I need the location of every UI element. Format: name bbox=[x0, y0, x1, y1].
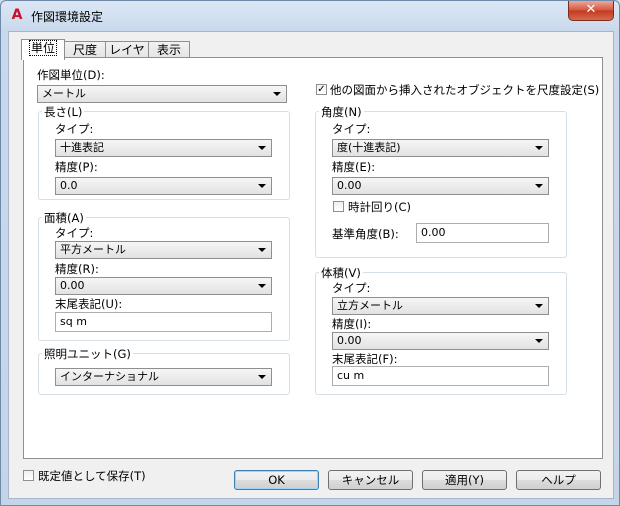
angle-type-value: 度(十進表記) bbox=[337, 141, 401, 154]
drawing-units-label: 作図単位(D): bbox=[37, 68, 105, 82]
length-precision-dropdown[interactable]: 0.0 bbox=[55, 177, 272, 195]
length-type-label: タイプ: bbox=[55, 122, 94, 136]
scale-inserted-checkbox[interactable]: ✓ bbox=[316, 84, 327, 95]
angle-type-label: タイプ: bbox=[332, 122, 371, 136]
help-button[interactable]: ヘルプ bbox=[516, 470, 601, 490]
base-angle-input[interactable]: 0.00 bbox=[416, 223, 549, 243]
length-type-value: 十進表記 bbox=[60, 141, 104, 154]
tab-units[interactable]: 単位 bbox=[21, 39, 65, 60]
chevron-down-icon bbox=[258, 248, 266, 252]
chevron-down-icon bbox=[535, 304, 543, 308]
angle-precision-value: 0.00 bbox=[337, 179, 362, 192]
area-type-dropdown[interactable]: 平方メートル bbox=[55, 241, 272, 259]
chevron-down-icon bbox=[258, 184, 266, 188]
autocad-a-icon: A bbox=[11, 7, 23, 23]
volume-precision-label: 精度(I): bbox=[332, 317, 372, 331]
area-group-title: 面積(A) bbox=[42, 210, 86, 226]
volume-suffix-label: 末尾表記(F): bbox=[332, 352, 398, 366]
length-group-title: 長さ(L) bbox=[42, 104, 85, 120]
lighting-value: インターナショナル bbox=[60, 370, 159, 383]
length-precision-value: 0.0 bbox=[60, 179, 78, 192]
chevron-down-icon bbox=[258, 284, 266, 288]
volume-type-label: タイプ: bbox=[332, 281, 371, 295]
scale-inserted-label: 他の図面から挿入されたオブジェクトを尺度設定(S) bbox=[330, 83, 600, 97]
lighting-group-title: 照明ユニット(G) bbox=[42, 346, 133, 362]
title-bar[interactable]: A 作図環境設定 ✕ bbox=[1, 1, 619, 29]
tab-panel-units: 作図単位(D): メートル ✓ 他の図面から挿入されたオブジェクトを尺度設定(S… bbox=[23, 57, 603, 459]
chevron-down-icon bbox=[535, 146, 543, 150]
volume-type-value: 立方メートル bbox=[337, 299, 403, 312]
angle-precision-label: 精度(E): bbox=[332, 160, 376, 174]
volume-type-dropdown[interactable]: 立方メートル bbox=[332, 297, 549, 315]
volume-precision-dropdown[interactable]: 0.00 bbox=[332, 332, 549, 350]
dialog-window: A 作図環境設定 ✕ 単位 尺度 レイヤ 表示 作図単位(D): メートル ✓ … bbox=[0, 0, 620, 506]
area-suffix-input[interactable]: sq m bbox=[55, 312, 272, 332]
apply-button[interactable]: 適用(Y) bbox=[422, 470, 507, 490]
base-angle-label: 基準角度(B): bbox=[332, 227, 399, 241]
chevron-down-icon bbox=[535, 184, 543, 188]
area-precision-label: 精度(R): bbox=[55, 262, 99, 276]
close-button[interactable]: ✕ bbox=[568, 1, 614, 21]
clockwise-checkbox[interactable] bbox=[333, 201, 344, 212]
area-type-label: タイプ: bbox=[55, 226, 94, 240]
length-precision-label: 精度(P): bbox=[55, 160, 98, 174]
clockwise-label: 時計回り(C) bbox=[348, 200, 412, 214]
save-default-checkbox[interactable] bbox=[23, 470, 34, 481]
chevron-down-icon bbox=[535, 339, 543, 343]
area-type-value: 平方メートル bbox=[60, 243, 126, 256]
length-type-dropdown[interactable]: 十進表記 bbox=[55, 139, 272, 157]
cancel-button[interactable]: キャンセル bbox=[328, 470, 413, 490]
window-title: 作図環境設定 bbox=[31, 10, 104, 24]
angle-precision-dropdown[interactable]: 0.00 bbox=[332, 177, 549, 195]
volume-precision-value: 0.00 bbox=[337, 334, 362, 347]
area-precision-value: 0.00 bbox=[60, 279, 85, 292]
dialog-client-area: 単位 尺度 レイヤ 表示 作図単位(D): メートル ✓ 他の図面から挿入された… bbox=[8, 31, 614, 499]
angle-type-dropdown[interactable]: 度(十進表記) bbox=[332, 139, 549, 157]
ok-button[interactable]: OK bbox=[234, 470, 319, 490]
area-precision-dropdown[interactable]: 0.00 bbox=[55, 277, 272, 295]
save-default-label: 既定値として保存(T) bbox=[38, 469, 146, 483]
volume-group-title: 体積(V) bbox=[319, 265, 363, 281]
tab-units-label: 単位 bbox=[28, 40, 58, 56]
drawing-units-dropdown[interactable]: メートル bbox=[37, 85, 287, 103]
chevron-down-icon bbox=[273, 92, 281, 96]
chevron-down-icon bbox=[258, 375, 266, 379]
volume-suffix-input[interactable]: cu m bbox=[332, 366, 549, 386]
drawing-units-value: メートル bbox=[42, 87, 86, 100]
area-suffix-label: 末尾表記(U): bbox=[55, 297, 123, 311]
lighting-dropdown[interactable]: インターナショナル bbox=[55, 368, 272, 386]
chevron-down-icon bbox=[258, 146, 266, 150]
angle-group-title: 角度(N) bbox=[319, 104, 364, 120]
